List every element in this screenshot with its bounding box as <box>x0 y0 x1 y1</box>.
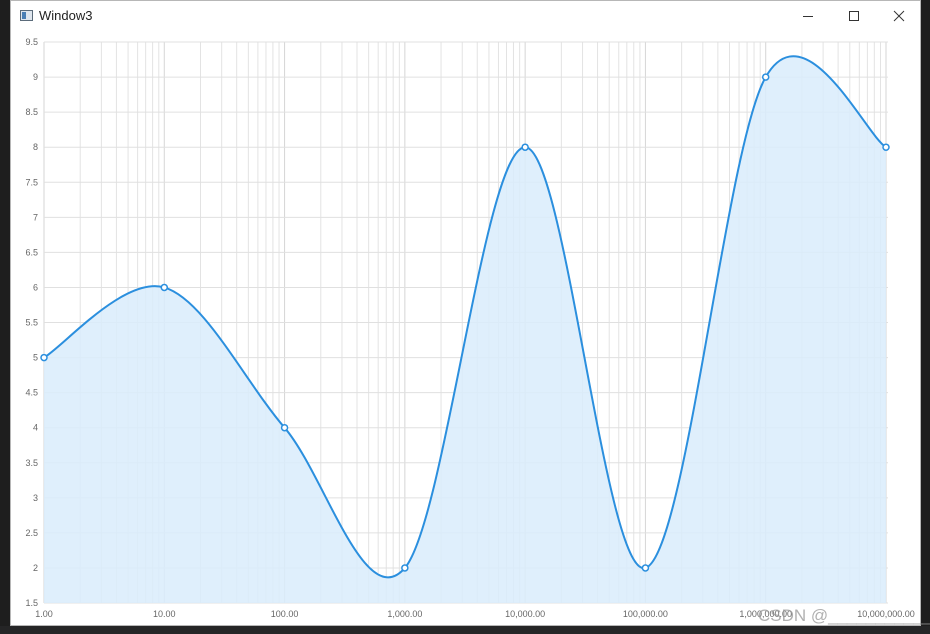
chart-area: 1.5 2 2.5 3 3.5 4 4.5 5 5.5 6 6.5 7 7.5 8 8.5 9 9.5 1.00 1… <box>11 31 920 625</box>
y-tick-label: 1.5 <box>25 598 38 608</box>
y-tick-label: 2.5 <box>25 528 38 538</box>
close-icon <box>893 10 905 22</box>
y-tick-label: 5.5 <box>25 318 38 328</box>
minimize-icon <box>803 16 813 17</box>
background-editor-strip <box>0 0 10 634</box>
y-tick-label: 4 <box>33 423 38 433</box>
area-chart: 1.5 2 2.5 3 3.5 4 4.5 5 5.5 6 6.5 7 7.5 8 8.5 9 9.5 1.00 1… <box>25 37 914 619</box>
y-tick-label: 9.5 <box>25 37 38 47</box>
data-point <box>280 423 289 432</box>
x-tick-label: 10,000.00 <box>505 609 545 619</box>
data-point <box>882 143 890 151</box>
y-tick-label: 8 <box>33 142 38 152</box>
data-point <box>160 283 169 292</box>
y-tick-label: 5 <box>33 353 38 363</box>
x-tick-label: 100,000.00 <box>623 609 668 619</box>
maximize-button[interactable] <box>831 1 877 31</box>
minimize-button[interactable] <box>785 1 831 31</box>
app-window: Window3 1.5 2 2.5 3 3.5 4 4.5 5 5.5 6 6.5 7 7.5 8 8.5 9… <box>10 0 921 626</box>
y-tick-label: 6 <box>33 282 38 292</box>
series-area-fill <box>44 56 886 604</box>
data-point <box>521 143 529 151</box>
data-point <box>401 564 409 572</box>
y-tick-label: 7 <box>33 212 38 222</box>
x-tick-label: 10.00 <box>153 609 176 619</box>
maximize-icon <box>849 11 859 21</box>
y-tick-label: 6.5 <box>25 247 38 257</box>
y-tick-label: 2 <box>33 563 38 573</box>
x-tick-label: 1.00 <box>35 609 53 619</box>
window-title: Window3 <box>39 8 93 23</box>
y-tick-label: 9 <box>33 72 38 82</box>
app-window-icon <box>20 10 33 21</box>
title-bar[interactable]: Window3 <box>11 1 920 31</box>
x-tick-label: 100.00 <box>271 609 299 619</box>
y-tick-label: 7.5 <box>25 177 38 187</box>
data-point <box>40 353 48 362</box>
data-point <box>641 564 650 572</box>
y-tick-label: 3.5 <box>25 458 38 468</box>
background-status-strip <box>0 626 930 634</box>
data-point <box>761 73 770 81</box>
x-tick-label: 1,000.00 <box>387 609 422 619</box>
y-tick-label: 4.5 <box>25 388 38 398</box>
y-tick-label: 3 <box>33 493 38 503</box>
y-tick-label: 8.5 <box>25 107 38 117</box>
watermark-text: CSDN @____________ <box>758 606 930 625</box>
close-button[interactable] <box>876 1 922 31</box>
